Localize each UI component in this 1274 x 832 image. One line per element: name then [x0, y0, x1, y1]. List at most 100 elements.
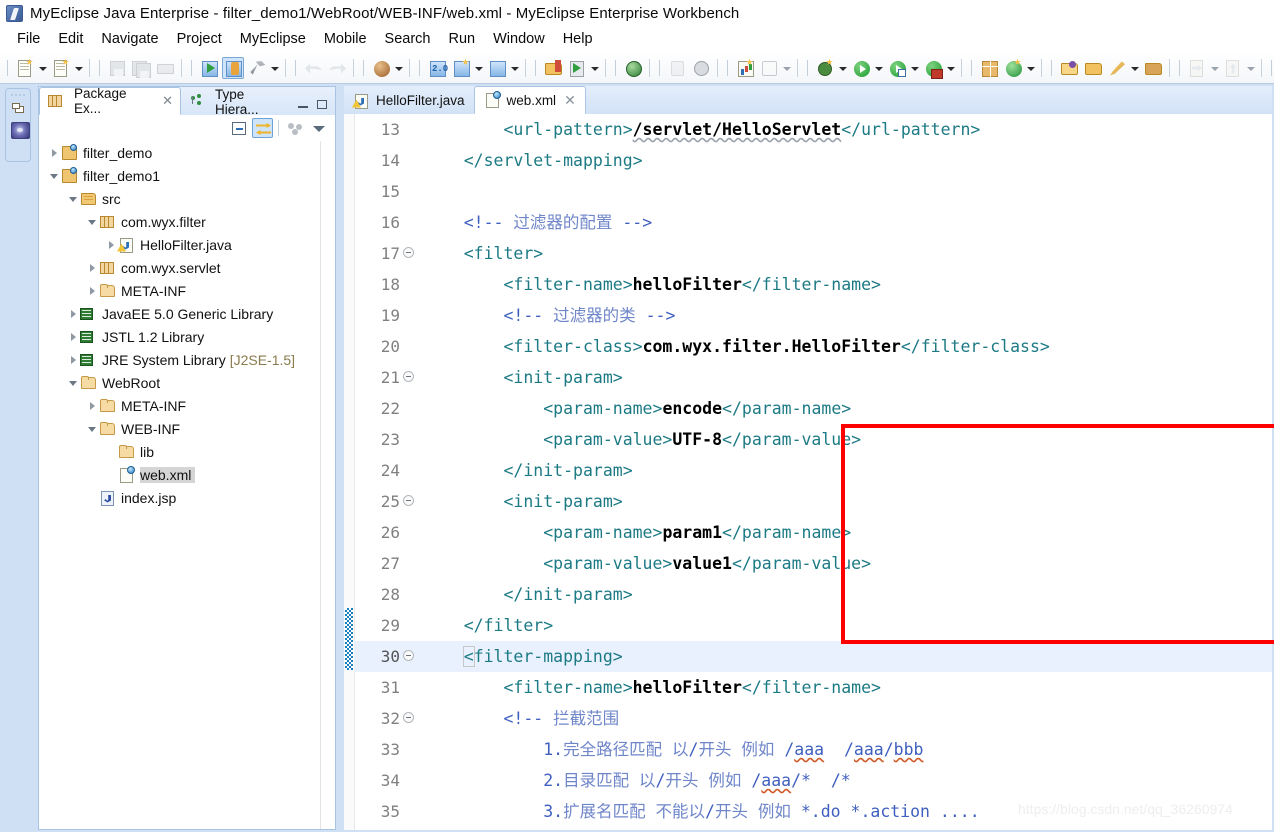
chevron-down-icon[interactable]	[589, 57, 600, 79]
maximize-icon[interactable]	[315, 98, 329, 112]
tree-item-com-wyx-filter[interactable]: com.wyx.filter	[39, 210, 335, 233]
chevron-down-icon[interactable]	[1025, 57, 1036, 79]
code-line-30[interactable]: 30 <filter-mapping>	[354, 641, 1272, 672]
code-line-18[interactable]: 18 <filter-name>helloFilter</filter-name…	[354, 269, 1272, 300]
deploy-myeclipse-button[interactable]	[222, 56, 244, 79]
tab-web-xml[interactable]: web.xml ✕	[473, 86, 586, 114]
tree-item-lib[interactable]: lib	[39, 440, 335, 463]
menu-item-help[interactable]: Help	[554, 29, 602, 49]
run-server-button[interactable]	[198, 57, 220, 79]
code-line-16[interactable]: 16 <!-- 过滤器的配置 -->	[354, 207, 1272, 238]
twisty-right-icon[interactable]	[66, 348, 80, 371]
open-browser-button[interactable]	[622, 57, 644, 79]
open-type-button[interactable]	[542, 57, 564, 79]
fold-collapse-icon[interactable]	[403, 247, 414, 258]
open-resource-button[interactable]	[1058, 57, 1080, 79]
tree-item-meta-inf[interactable]: META-INF	[39, 394, 335, 417]
myeclipse-explorer-icon[interactable]	[11, 122, 30, 139]
tree-item-jstl-1-2-library[interactable]: JSTL 1.2 Library	[39, 325, 335, 348]
fast-view-box[interactable]	[5, 88, 31, 162]
tree-item-src[interactable]: src	[39, 187, 335, 210]
toolbar-drag-grip[interactable]	[360, 58, 367, 78]
new-java-project-button[interactable]	[50, 57, 72, 79]
tab-type-hierarchy[interactable]: Type Hiera...	[181, 87, 296, 117]
twisty-right-icon[interactable]	[85, 256, 99, 279]
redo-button[interactable]	[326, 57, 348, 79]
tree-item-jre-system-library[interactable]: JRE System Library [J2SE-1.5]	[39, 348, 335, 371]
tree-item-web-inf[interactable]: WEB-INF	[39, 417, 335, 440]
twisty-right-icon[interactable]	[47, 141, 61, 164]
code-line-25[interactable]: 25 <init-param>	[354, 486, 1272, 517]
code-line-27[interactable]: 27 <param-value>value1</param-value>	[354, 548, 1272, 579]
fold-collapse-icon[interactable]	[403, 650, 414, 661]
undo-button[interactable]	[302, 57, 324, 79]
toolbar-drag-grip[interactable]	[1268, 58, 1274, 78]
fold-collapse-icon[interactable]	[403, 712, 414, 723]
menu-item-file[interactable]: File	[8, 29, 49, 49]
view-menu-button[interactable]	[308, 118, 329, 138]
build-button[interactable]	[246, 57, 268, 79]
drag-grip[interactable]	[10, 93, 28, 97]
toolbar-drag-grip[interactable]	[4, 58, 11, 78]
reverse-engineer-button[interactable]	[486, 57, 508, 79]
chevron-down-icon[interactable]	[73, 57, 84, 79]
twisty-down-icon[interactable]	[66, 187, 80, 210]
external-tools-button[interactable]	[1002, 57, 1024, 79]
previous-annotation-button[interactable]	[1222, 57, 1244, 79]
new-element-button[interactable]	[978, 57, 1000, 79]
fold-collapse-icon[interactable]	[403, 371, 414, 382]
save-button[interactable]	[106, 57, 128, 79]
print-button[interactable]	[154, 57, 176, 79]
new-persistence-button[interactable]	[450, 57, 472, 79]
code-line-13[interactable]: 13 <url-pattern>/servlet/HelloServlet</u…	[354, 114, 1272, 145]
publish-button[interactable]	[370, 57, 392, 79]
open-package-button[interactable]	[1142, 57, 1164, 79]
run-config-button[interactable]	[886, 57, 908, 79]
new-wizard-button[interactable]	[14, 57, 36, 79]
code-lines[interactable]: 13 <url-pattern>/servlet/HelloServlet</u…	[354, 114, 1272, 830]
code-line-32[interactable]: 32 <!-- 拦截范围	[354, 703, 1272, 734]
next-annotation-button[interactable]	[1186, 57, 1208, 79]
chevron-down-icon[interactable]	[1209, 57, 1220, 79]
report-button[interactable]	[734, 57, 756, 79]
toolbar-drag-grip[interactable]	[532, 58, 539, 78]
chevron-down-icon[interactable]	[909, 57, 920, 79]
toolbar-drag-grip[interactable]	[292, 58, 299, 78]
chevron-down-icon[interactable]	[781, 57, 792, 79]
toolbar-drag-grip[interactable]	[96, 58, 103, 78]
chevron-down-icon[interactable]	[473, 57, 484, 79]
open-file-button[interactable]	[1082, 57, 1104, 79]
chevron-down-icon[interactable]	[269, 57, 280, 79]
close-icon[interactable]: ✕	[162, 93, 173, 109]
tree-item-filter-demo1[interactable]: filter_demo1	[39, 164, 335, 187]
chevron-down-icon[interactable]	[1245, 57, 1256, 79]
toolbar-drag-grip[interactable]	[656, 58, 663, 78]
collapse-all-button[interactable]	[228, 118, 249, 138]
code-line-26[interactable]: 26 <param-name>param1</param-name>	[354, 517, 1272, 548]
menu-item-edit[interactable]: Edit	[49, 29, 92, 49]
xml-source-editor[interactable]: 13 <url-pattern>/servlet/HelloServlet</u…	[344, 114, 1272, 830]
quick-fix-button[interactable]	[666, 57, 688, 79]
tree-item-hellofilter-java[interactable]: HelloFilter.java	[39, 233, 335, 256]
save-all-button[interactable]	[130, 57, 152, 79]
menu-item-project[interactable]: Project	[168, 29, 231, 49]
web20-button[interactable]: 2.0	[426, 57, 448, 79]
twisty-right-icon[interactable]	[85, 394, 99, 417]
tree-item-meta-inf[interactable]: META-INF	[39, 279, 335, 302]
chevron-down-icon[interactable]	[837, 57, 848, 79]
toolbar-drag-grip[interactable]	[416, 58, 423, 78]
chevron-down-icon[interactable]	[509, 57, 520, 79]
fold-collapse-icon[interactable]	[403, 495, 414, 506]
menu-item-search[interactable]: Search	[376, 29, 440, 49]
tree-item-javaee-5-0-generic-library[interactable]: JavaEE 5.0 Generic Library	[39, 302, 335, 325]
history-button[interactable]	[690, 57, 712, 79]
chevron-down-icon[interactable]	[873, 57, 884, 79]
twisty-down-icon[interactable]	[47, 164, 61, 187]
code-line-31[interactable]: 31 <filter-name>helloFilter</filter-name…	[354, 672, 1272, 703]
toolbar-drag-grip[interactable]	[804, 58, 811, 78]
code-line-15[interactable]: 15	[354, 176, 1272, 207]
menu-item-run[interactable]: Run	[440, 29, 485, 49]
toolbar-drag-grip[interactable]	[968, 58, 975, 78]
close-icon[interactable]: ✕	[564, 92, 576, 109]
code-line-23[interactable]: 23 <param-value>UTF-8</param-value>	[354, 424, 1272, 455]
